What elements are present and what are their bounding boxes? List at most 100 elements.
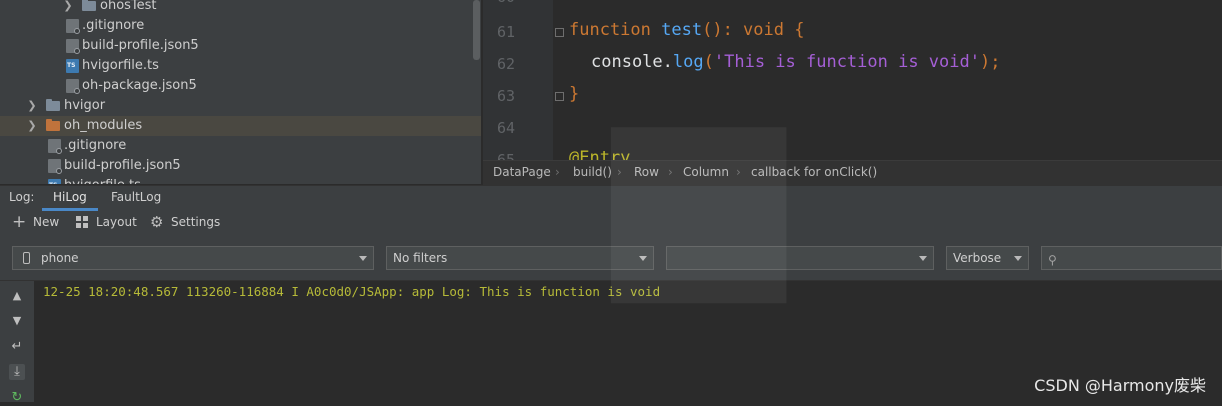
code-editor[interactable]: 60 61 62 63 64 65 function test(): void … <box>483 0 1222 160</box>
tree-item-label: build-profile.json5 <box>82 38 199 53</box>
chevron-down-icon <box>1014 256 1022 261</box>
code-string: 'This is function is void' <box>713 52 980 72</box>
code-brace: { <box>784 20 805 40</box>
search-icon: ⚲ <box>1048 253 1057 267</box>
tree-item-oh-modules[interactable]: ❯ oh_modules <box>0 116 481 136</box>
file-icon <box>66 39 80 54</box>
scroll-down-icon[interactable]: ▼ <box>9 313 25 329</box>
code-object: console <box>591 52 663 72</box>
settings-button[interactable]: Settings <box>171 215 220 229</box>
filter-select-value: No filters <box>393 251 448 265</box>
tree-item-build-profile[interactable]: build-profile.json5 <box>0 36 481 56</box>
line-number: 61 <box>496 23 515 41</box>
code-punct: ( <box>703 52 714 72</box>
code-punct: . <box>662 52 673 72</box>
log-label: Log: <box>9 190 35 204</box>
log-line: 12-25 18:20:48.567 113260-116884 I A0c0d… <box>43 284 661 299</box>
csdn-credit-watermark: CSDN @Harmony废柴 <box>1034 376 1206 395</box>
tree-item-label: oh_modules <box>64 118 143 133</box>
tree-scrollbar[interactable] <box>473 0 480 60</box>
fold-marker-icon[interactable] <box>555 28 564 37</box>
folder-icon <box>46 119 60 131</box>
scroll-up-icon[interactable]: ▲ <box>9 288 25 304</box>
restart-icon[interactable]: ↻ <box>9 390 25 406</box>
tree-item-hvigor[interactable]: ❯ hvigor <box>0 96 481 116</box>
scroll-to-end-icon[interactable]: ⤓ <box>9 364 25 380</box>
chevron-down-icon <box>919 256 927 261</box>
code-function-name: test <box>661 20 703 40</box>
fold-marker-icon[interactable] <box>555 92 564 101</box>
line-number: 63 <box>496 87 515 105</box>
breadcrumb-item[interactable]: callback for onClick() <box>751 165 877 179</box>
tree-item-label: hvigor <box>64 98 106 113</box>
process-select[interactable] <box>666 246 934 270</box>
chevron-right-icon[interactable]: ❯ <box>26 96 38 116</box>
tree-item-hvigorfile[interactable]: hvigorfile.ts <box>0 56 481 76</box>
tab-hilog[interactable]: HiLog <box>53 190 87 204</box>
code-punct: ); <box>979 52 1001 72</box>
file-icon <box>66 19 80 34</box>
layout-button[interactable]: Layout <box>96 215 137 229</box>
breadcrumb-item[interactable]: DataPage <box>493 165 551 179</box>
breadcrumb-item[interactable]: Column <box>683 165 729 179</box>
device-select[interactable]: phone <box>12 246 374 270</box>
code-keyword: function <box>569 20 651 40</box>
tree-item-label: build-profile.json5 <box>64 158 181 173</box>
code-line-61: function test(): void { <box>569 20 804 40</box>
code-punct: (): <box>702 20 744 40</box>
tree-item-label: hvigorfile.ts <box>64 176 141 184</box>
tree-item-label: ohosTest <box>100 0 157 13</box>
tree-item-label: .gitignore <box>64 138 127 153</box>
chevron-right-icon: › <box>555 165 560 179</box>
log-level-select[interactable]: Verbose <box>946 246 1029 270</box>
tree-item-label: hvigorfile.ts <box>82 58 159 73</box>
code-line-65: @Entry <box>569 148 631 160</box>
breadcrumb-item[interactable]: build() <box>573 165 612 179</box>
chevron-right-icon: › <box>668 165 673 179</box>
tree-item-build-profile-root[interactable]: build-profile.json5 <box>0 156 481 176</box>
tree-item-label: .gitignore <box>82 18 145 33</box>
log-toolbar: + New Layout ⚙ Settings <box>0 211 1222 236</box>
breadcrumb: DataPage › build() › Row › Column › call… <box>483 160 1222 185</box>
log-level-value: Verbose <box>953 251 1002 265</box>
log-search-input[interactable]: ⚲ <box>1041 246 1222 270</box>
plus-icon[interactable]: + <box>12 214 26 231</box>
soft-wrap-icon[interactable]: ↵ <box>9 339 25 355</box>
tree-item-gitignore[interactable]: .gitignore <box>0 16 481 36</box>
line-number: 64 <box>496 119 515 137</box>
filter-select[interactable]: No filters <box>386 246 654 270</box>
code-line-62: console.log('This is function is void'); <box>591 52 1000 72</box>
chevron-right-icon[interactable]: ❯ <box>62 0 74 16</box>
tree-item-ohostest[interactable]: ❯ ohosTest <box>0 0 481 16</box>
tab-faultlog[interactable]: FaultLog <box>111 190 161 204</box>
typescript-file-icon <box>48 179 61 184</box>
file-icon <box>66 79 80 94</box>
chevron-right-icon: › <box>617 165 622 179</box>
tree-item-hvigorfile-root[interactable]: hvigorfile.ts <box>0 176 481 184</box>
code-method: log <box>672 52 704 72</box>
log-tab-bar: Log: HiLog FaultLog <box>0 185 1222 212</box>
device-select-value: phone <box>41 251 79 265</box>
tree-item-oh-package[interactable]: oh-package.json5 <box>0 76 481 96</box>
breadcrumb-item[interactable]: Row <box>634 165 659 179</box>
new-button[interactable]: New <box>33 215 59 229</box>
line-number: 65 <box>496 151 515 160</box>
tree-item-gitignore-root[interactable]: .gitignore <box>0 136 481 156</box>
file-icon <box>48 139 62 154</box>
chevron-right-icon[interactable]: ❯ <box>26 116 38 136</box>
line-number: 60 <box>487 0 515 6</box>
phone-icon <box>23 252 30 264</box>
project-tree: ❯ ohosTest .gitignore build-profile.json… <box>0 0 481 184</box>
chevron-down-icon <box>359 256 367 261</box>
line-number: 62 <box>496 55 515 73</box>
chevron-down-icon <box>639 256 647 261</box>
typescript-file-icon <box>66 59 79 73</box>
chevron-right-icon: › <box>736 165 741 179</box>
folder-icon <box>46 99 60 111</box>
folder-icon <box>82 0 96 11</box>
code-line-63: } <box>569 84 580 104</box>
tree-item-label: oh-package.json5 <box>82 78 197 93</box>
log-side-toolbar: ▲ ▼ ↵ ⤓ ↻ <box>0 281 34 405</box>
gear-icon[interactable]: ⚙ <box>150 215 163 230</box>
layout-icon[interactable] <box>76 216 88 228</box>
